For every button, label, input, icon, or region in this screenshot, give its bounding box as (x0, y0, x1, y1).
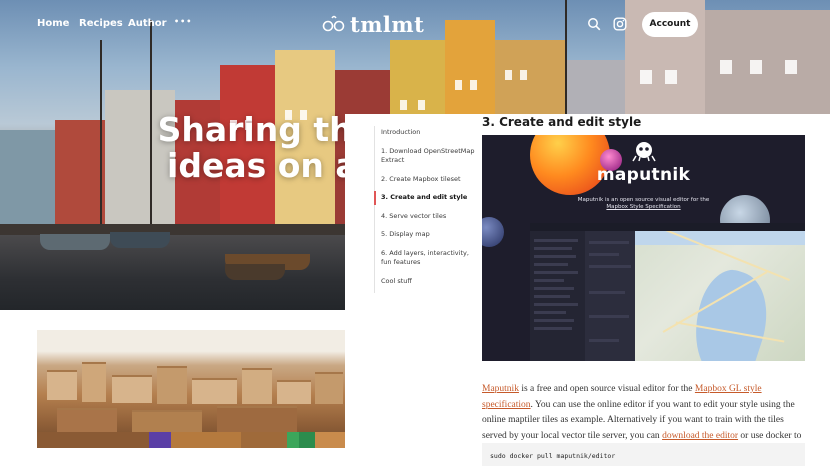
instagram-icon[interactable] (613, 16, 629, 32)
layer-row (534, 263, 568, 266)
layer-row (534, 271, 578, 274)
toc-item-add-layers[interactable]: 6. Add layers, interactivity, fun featur… (375, 247, 480, 270)
tagline-line: Maputnik is an open source visual editor… (577, 197, 710, 203)
toc-item-mapbox-tileset[interactable]: 2. Create Mapbox tileset (375, 173, 480, 187)
account-button[interactable]: Account (642, 12, 698, 37)
maputnik-tagline: Maputnik is an open source visual editor… (482, 197, 805, 211)
editor-layer-list (530, 231, 585, 361)
town-photo[interactable] (37, 330, 345, 448)
house (157, 366, 187, 404)
property-row (589, 315, 629, 318)
boat (225, 264, 285, 280)
maputnik-screenshot[interactable]: maputnik Maputnik is an open source visu… (482, 135, 805, 361)
editor-map-preview (635, 231, 805, 361)
layer-row (534, 327, 572, 330)
property-row (589, 241, 629, 244)
boat (110, 232, 170, 248)
glitch-band (171, 432, 241, 448)
article-panel: Introduction 1. Download OpenStreetMap E… (345, 114, 830, 466)
nav-link-home[interactable]: Home (37, 18, 69, 29)
house (132, 410, 202, 434)
window (665, 70, 677, 84)
house (47, 370, 77, 400)
property-row (589, 265, 631, 268)
glitch-band (287, 432, 299, 448)
glitch-band (315, 432, 345, 448)
house (82, 362, 106, 402)
layer-row (534, 287, 574, 290)
property-row (589, 291, 625, 294)
toc-item-introduction[interactable]: Introduction (375, 126, 480, 140)
toc-item-download-osm[interactable]: 1. Download OpenStreetMap Extract (375, 145, 480, 168)
glitch-band (37, 432, 149, 448)
layer-row (534, 239, 578, 242)
table-of-contents: Introduction 1. Download OpenStreetMap E… (374, 126, 480, 293)
paragraph-text: is a free and open source visual editor … (518, 384, 695, 394)
window (400, 100, 407, 110)
top-nav: Home Recipes Author ••• tmlmt Account (0, 0, 830, 50)
link-download-editor[interactable]: download the editor (662, 431, 738, 441)
layer-row (534, 279, 564, 282)
editor-properties (585, 231, 635, 361)
editor-preview (530, 223, 805, 361)
house (242, 368, 272, 404)
glitch-band (241, 432, 287, 448)
maputnik-logo-icon (632, 142, 656, 162)
property-row (589, 339, 619, 342)
window (720, 60, 732, 74)
mast (100, 40, 102, 240)
logo-mark-icon (322, 15, 345, 32)
logo-text: tmlmt (350, 11, 425, 37)
window (785, 60, 797, 74)
layer-row (534, 247, 572, 250)
toc-item-display-map[interactable]: 5. Display map (375, 228, 480, 242)
nav-link-author[interactable]: Author (128, 18, 167, 29)
search-icon[interactable] (587, 16, 603, 32)
layer-row (534, 295, 570, 298)
more-menu-button[interactable]: ••• (174, 17, 192, 26)
maputnik-brand: maputnik (596, 165, 691, 185)
glitch-band (299, 432, 315, 448)
window (455, 80, 462, 90)
link-maputnik[interactable]: Maputnik (482, 384, 519, 394)
house (315, 372, 343, 404)
window (750, 60, 762, 74)
nav-link-recipes[interactable]: Recipes (79, 18, 123, 29)
layer-row (534, 319, 574, 322)
section-title: 3. Create and edit style (482, 115, 642, 129)
code-line: sudo docker pull maputnik/editor (490, 452, 616, 460)
image-glitch-strip (37, 432, 345, 448)
layer-row (534, 303, 578, 306)
window (505, 70, 512, 80)
window (520, 70, 527, 80)
building (55, 120, 105, 240)
lake (635, 231, 805, 245)
house (217, 406, 297, 434)
toc-item-serve-tiles[interactable]: 4. Serve vector tiles (375, 210, 480, 224)
toc-item-cool-stuff[interactable]: Cool stuff (375, 275, 480, 289)
house (112, 375, 152, 403)
site-logo[interactable]: tmlmt (322, 10, 424, 38)
house (277, 380, 311, 404)
window (640, 70, 652, 84)
property-row (589, 253, 619, 256)
layer-row (534, 255, 576, 258)
glitch-band (149, 432, 171, 448)
tagline-link: Mapbox Style Specification (606, 204, 681, 210)
boat (40, 234, 110, 250)
window (418, 100, 425, 110)
code-block[interactable]: sudo docker pull maputnik/editor (482, 443, 805, 466)
editor-toolbar (530, 223, 805, 231)
house (192, 378, 237, 404)
house (57, 408, 117, 434)
planet (482, 217, 504, 247)
layer-row (534, 311, 566, 314)
window (470, 80, 477, 90)
toc-item-create-style[interactable]: 3. Create and edit style (374, 191, 480, 205)
